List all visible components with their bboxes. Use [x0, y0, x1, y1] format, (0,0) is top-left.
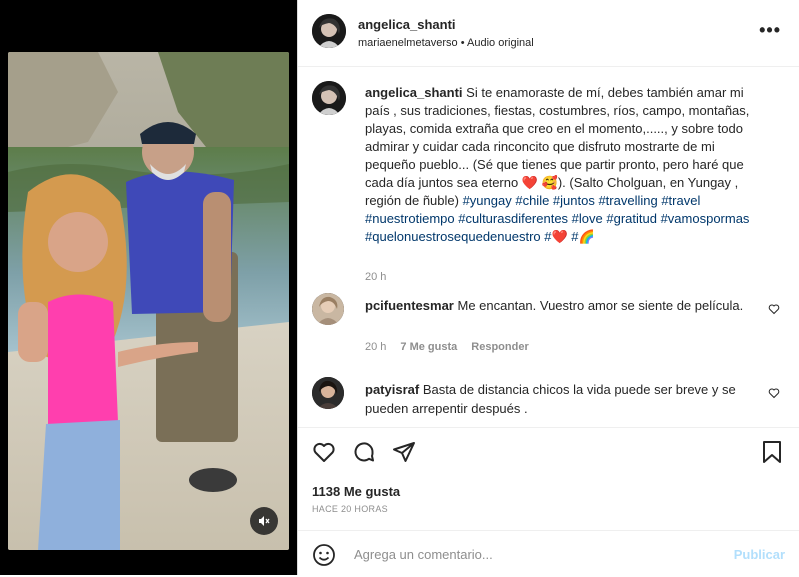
comments-list: angelica_shanti Si te enamoraste de mí, …: [298, 67, 799, 427]
caption-username[interactable]: angelica_shanti: [365, 85, 463, 100]
audio-line: mariaenelmetaverso • Audio original: [358, 37, 534, 49]
add-comment-bar: Agrega un comentario... Publicar: [298, 530, 799, 577]
post-side-panel: angelica_shanti mariaenelmetaverso • Aud…: [297, 0, 799, 575]
publish-button[interactable]: Publicar: [734, 547, 785, 562]
like-button[interactable]: [312, 440, 336, 464]
save-button[interactable]: [761, 440, 783, 464]
comment-text: Basta de distancia chicos la vida puede …: [365, 382, 736, 416]
author-username[interactable]: angelica_shanti: [358, 17, 456, 32]
heart-icon: [768, 303, 780, 315]
mute-button[interactable]: [250, 507, 278, 535]
emoji-button[interactable]: [312, 543, 336, 567]
caption-time: 20 h: [365, 271, 387, 283]
comment-like-button[interactable]: [768, 387, 780, 399]
commenter-avatar[interactable]: [312, 293, 344, 325]
comment-text: Me encantan. Vuestro amor se siente de p…: [457, 298, 744, 313]
share-button[interactable]: [392, 440, 416, 464]
author-avatar[interactable]: [312, 14, 346, 48]
caption-text: Si te enamoraste de mí, debes también am…: [365, 85, 750, 208]
comment-text-block: pcifuentesmar Me encantan. Vuestro amor …: [365, 296, 755, 315]
more-options-button[interactable]: •••: [759, 20, 781, 41]
comment-like-button[interactable]: [768, 303, 780, 315]
post-video[interactable]: [8, 52, 289, 550]
caption-avatar[interactable]: [312, 81, 346, 115]
likes-count[interactable]: 1138 Me gusta: [312, 484, 400, 499]
caption-text-block: angelica_shanti Si te enamoraste de mí, …: [365, 84, 765, 246]
heart-icon: [312, 440, 336, 464]
comment-button[interactable]: [352, 440, 376, 464]
action-row: [312, 440, 416, 464]
comment-meta: 20 h 7 Me gusta Responder: [365, 341, 529, 353]
media-pane: [0, 0, 297, 575]
comment-text-block: patyisraf Basta de distancia chicos la v…: [365, 380, 755, 418]
audio-source[interactable]: mariaenelmetaverso: [358, 37, 458, 49]
bookmark-icon: [761, 440, 783, 464]
commenter-avatar[interactable]: [312, 377, 344, 409]
more-dots-icon: •••: [759, 20, 781, 40]
post-time: HACE 20 HORAS: [312, 504, 388, 514]
paper-plane-icon: [392, 440, 416, 464]
comment-input[interactable]: Agrega un comentario...: [354, 547, 493, 562]
speaker-muted-icon: [257, 514, 271, 528]
audio-label[interactable]: Audio original: [467, 37, 534, 49]
comment-likes[interactable]: 7 Me gusta: [400, 341, 457, 353]
post-header: angelica_shanti mariaenelmetaverso • Aud…: [298, 0, 799, 67]
comment-bubble-icon: [352, 440, 376, 464]
post-dialog: angelica_shanti mariaenelmetaverso • Aud…: [0, 0, 799, 575]
comment-username[interactable]: patyisraf: [365, 382, 419, 397]
post-actions: 1138 Me gusta HACE 20 HORAS Agrega un co…: [298, 427, 799, 568]
comment-time: 20 h: [365, 341, 387, 353]
smiley-icon: [312, 543, 336, 567]
reply-button[interactable]: Responder: [471, 341, 528, 353]
comment-username[interactable]: pcifuentesmar: [365, 298, 454, 313]
heart-icon: [768, 387, 780, 399]
